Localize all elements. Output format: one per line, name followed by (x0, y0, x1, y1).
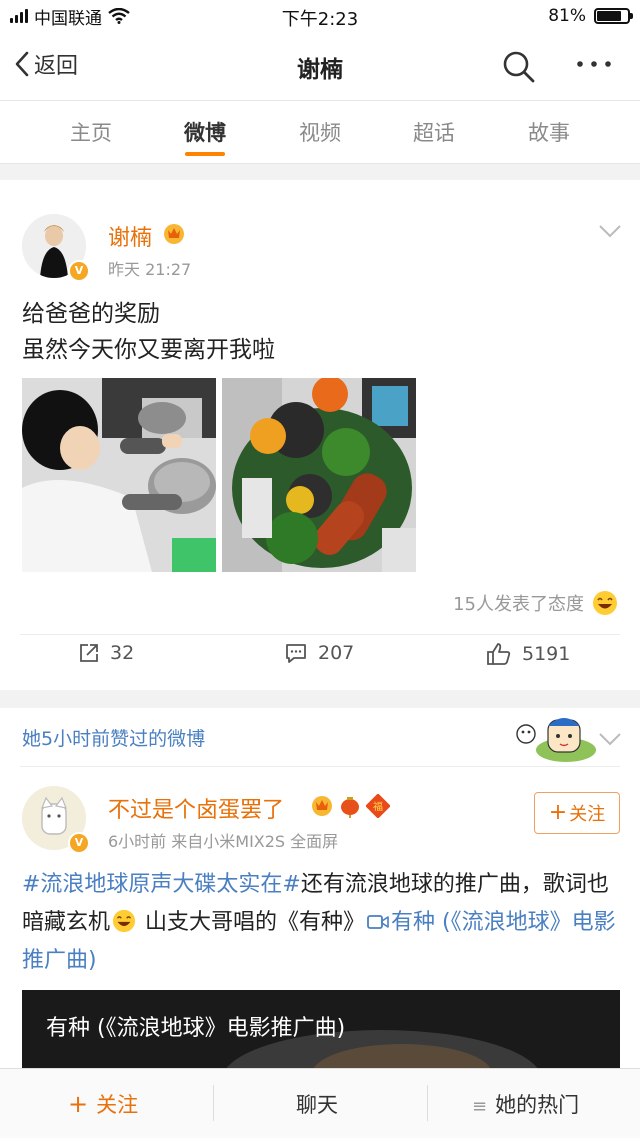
hot-posts-button[interactable]: ≡ 她的热门 (472, 1089, 579, 1119)
divider (213, 1085, 214, 1121)
follow-button[interactable]: + 关注 (534, 792, 620, 834)
chat-label: 聊天 (296, 1093, 338, 1117)
comment-button[interactable]: 207 (284, 642, 354, 664)
liked-header[interactable]: 她5小时前赞过的微博 (22, 724, 205, 751)
video-camera-icon (367, 915, 389, 929)
divider (20, 634, 620, 635)
photo-food-plate (222, 378, 416, 572)
video-player[interactable]: 有种 (《流浪地球》电影推广曲) (22, 990, 620, 1070)
post-text-line1: 给爸爸的奖励 (22, 301, 160, 327)
comment-icon (286, 644, 306, 663)
comment-count: 207 (318, 642, 355, 664)
photo-child-cooking (22, 378, 216, 572)
verified-badge-icon: V (68, 832, 90, 854)
video-title: 有种 (《流浪地球》电影推广曲) (46, 1016, 346, 1041)
fortune-badge-icon: 福 (366, 794, 390, 818)
post-text-b: 山支大哥唱的《有种》 (138, 910, 366, 935)
divider (20, 766, 620, 767)
tab-super-topic[interactable]: 超话 (394, 117, 474, 147)
post-actions: 32 207 5191 (0, 642, 640, 682)
follow-label: 关注 (569, 804, 606, 825)
status-bar: 中国联通 下午2:23 81% (0, 0, 640, 32)
post-card: V 谢楠 昨天 21:27 给爸爸的奖励 虽然今天你又要离开我啦 15人发表了态… (0, 180, 640, 690)
weibo-profile-screen: 中国联通 下午2:23 81% 返回 谢楠 主页 微博 视频 超话 故事 V 谢… (0, 0, 640, 1138)
reaction-text: 15人发表了态度 (453, 594, 584, 615)
repost-icon (80, 644, 98, 662)
thumbs-up-icon (487, 643, 511, 665)
plus-icon: + (548, 800, 568, 825)
battery-icon (594, 8, 633, 24)
follow-tab-label: 关注 (96, 1093, 139, 1117)
tab-video[interactable]: 视频 (280, 117, 360, 147)
tab-home[interactable]: 主页 (51, 117, 131, 147)
sticker-cartoon-icon (516, 718, 596, 762)
like-count: 5191 (522, 643, 571, 665)
laughing-emoji-icon (593, 591, 617, 615)
post-meta: 6小时前 来自小米MIX2S 全面屏 (108, 832, 339, 851)
vip-crown-icon (312, 796, 332, 816)
list-icon: ≡ (472, 1096, 488, 1117)
clock: 下午2:23 (281, 9, 359, 30)
svg-text:福: 福 (373, 800, 383, 813)
search-icon[interactable] (502, 50, 536, 84)
like-button[interactable]: 5191 (486, 642, 570, 666)
reaction-summary[interactable]: 15人发表了态度 (453, 590, 618, 616)
divider (427, 1085, 428, 1121)
active-tab-indicator (185, 152, 225, 156)
tab-story[interactable]: 故事 (509, 117, 589, 147)
hashtag-link[interactable]: #流浪地球原声大碟太实在# (22, 872, 301, 897)
repost-count: 32 (110, 642, 135, 664)
chat-button[interactable]: 聊天 (296, 1089, 338, 1119)
battery-percent: 81% (548, 6, 586, 26)
post-text: 给爸爸的奖励 虽然今天你又要离开我啦 (22, 296, 275, 368)
page-title: 谢楠 (297, 57, 343, 83)
battery-fill (597, 11, 622, 21)
follow-tab-button[interactable]: + 关注 (68, 1089, 138, 1119)
chevron-down-icon[interactable] (598, 732, 622, 746)
plus-icon: + (68, 1090, 89, 1118)
post-text: #流浪地球原声大碟太实在#还有流浪地球的推广曲，歌词也暗藏玄机 山支大哥唱的《有… (22, 866, 622, 980)
post-time: 昨天 21:27 (108, 260, 192, 279)
bottom-action-bar: + 关注 聊天 ≡ 她的热门 (0, 1068, 640, 1138)
more-icon[interactable] (574, 56, 614, 72)
hot-posts-label: 她的热门 (495, 1093, 580, 1117)
post-author-name[interactable]: 谢楠 (108, 220, 152, 252)
post-text-line2: 虽然今天你又要离开我啦 (22, 337, 275, 363)
lantern-icon (341, 797, 359, 818)
post-photo[interactable] (222, 378, 416, 572)
vip-crown-icon (164, 224, 184, 244)
post-photo[interactable] (22, 378, 216, 572)
user-badges: 福 (310, 794, 390, 818)
profile-tabs: 主页 微博 视频 超话 故事 (0, 100, 640, 164)
laughing-emoji-icon (112, 909, 136, 933)
tab-weibo[interactable]: 微博 (165, 117, 245, 147)
chevron-down-icon[interactable] (598, 224, 622, 238)
verified-badge-icon: V (68, 260, 90, 282)
nav-bar: 返回 谢楠 (0, 32, 640, 100)
post-author-name[interactable]: 不过是个卤蛋罢了 (108, 792, 284, 824)
liked-post-card: 她5小时前赞过的微博 V 不过是个卤蛋罢了 福 6小时前 来自小米MIX2S 全… (0, 708, 640, 1070)
repost-button[interactable]: 32 (78, 642, 134, 664)
